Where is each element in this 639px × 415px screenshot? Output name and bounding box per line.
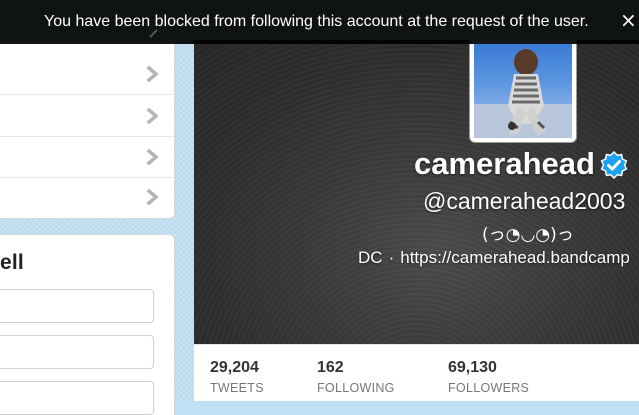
- stat-label: TWEETS: [210, 381, 264, 395]
- stat-value: 29,204: [210, 359, 259, 376]
- stat-value: 162: [317, 359, 344, 376]
- sidebar-nav-card: [0, 40, 175, 219]
- blocked-notification-banner: You have been blocked from following thi…: [0, 0, 639, 44]
- chevron-right-icon: [146, 149, 159, 165]
- meta-separator: ·: [388, 248, 395, 267]
- stat-label: FOLLOWING: [317, 381, 395, 395]
- profile-location: DC: [358, 248, 383, 267]
- profile-stats-bar: 29,204 TWEETS 162 FOLLOWING 69,130 FOLLO…: [194, 344, 639, 401]
- avatar-image: [474, 44, 572, 138]
- notification-message: You have been blocked from following thi…: [44, 13, 589, 30]
- profile-header-card: camerahead @camerahead2003 (っ◔◡◔)っ DC · ht…: [194, 40, 639, 344]
- stat-value: 69,130: [448, 359, 497, 376]
- stat-label: FOLLOWERS: [448, 381, 530, 395]
- profile-name: camerahead: [414, 146, 595, 181]
- chevron-right-icon: [146, 66, 159, 82]
- sidebar-nav-item[interactable]: [0, 177, 174, 217]
- profile-bio: (っ◔◡◔)っ: [482, 225, 574, 245]
- stat-following[interactable]: 162 FOLLOWING: [317, 359, 395, 395]
- profile-handle: @camerahead2003: [423, 188, 626, 214]
- sidebar-input-field[interactable]: [0, 289, 154, 323]
- sidebar-nav-item[interactable]: [0, 137, 174, 178]
- sidebar-nav-item[interactable]: [0, 54, 174, 95]
- close-icon[interactable]: ×: [620, 10, 637, 30]
- sidebar-card-title: ell: [0, 251, 24, 274]
- avatar[interactable]: [470, 40, 576, 142]
- chevron-right-icon: [146, 189, 159, 205]
- sidebar-secondary-card: ell: [0, 234, 175, 415]
- sidebar-input-field[interactable]: [0, 335, 154, 369]
- chevron-right-icon: [146, 108, 159, 124]
- sidebar-input-field[interactable]: [0, 381, 154, 415]
- sidebar-nav-item[interactable]: [0, 96, 174, 137]
- profile-url-link[interactable]: https://camerahead.bandcamp: [400, 248, 630, 267]
- verified-badge-icon: [600, 151, 628, 179]
- avatar-photo-icon: [474, 49, 572, 138]
- stat-followers[interactable]: 69,130 FOLLOWERS: [448, 359, 529, 395]
- stat-tweets[interactable]: 29,204 TWEETS: [210, 359, 264, 395]
- profile-meta-row: DC · https://camerahead.bandcamp: [358, 248, 630, 268]
